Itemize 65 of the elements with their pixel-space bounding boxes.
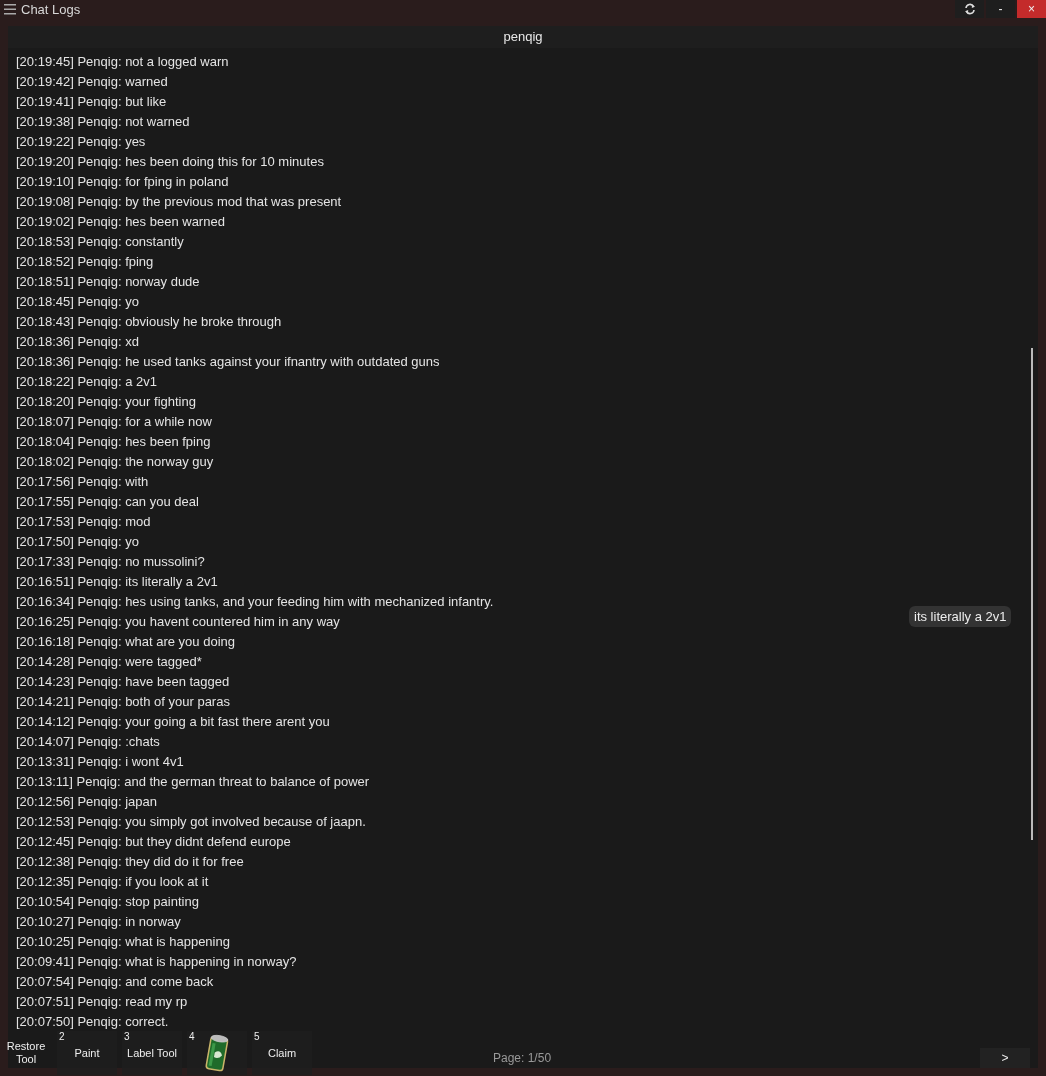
chat-message: [20:17:55] Penqig: can you deal — [16, 494, 199, 511]
scrollbar[interactable] — [1031, 348, 1033, 840]
chat-message: [20:18:36] Penqig: xd — [16, 334, 139, 351]
chat-message: [20:14:21] Penqig: both of your paras — [16, 694, 230, 711]
page-indicator: Page: 1/50 — [493, 1051, 552, 1065]
chat-message: [20:19:41] Penqig: but like — [16, 94, 167, 111]
hotbar-slot[interactable]: 2 Paint — [57, 1031, 117, 1075]
refresh-button[interactable] — [955, 0, 984, 18]
window-title: Chat Logs — [21, 1, 81, 17]
chat-message: [20:12:56] Penqig: japan — [16, 794, 157, 811]
chat-message: [20:19:38] Penqig: not warned — [16, 114, 190, 131]
chat-message: [20:12:53] Penqig: you simply got involved because of jaapn. — [16, 814, 366, 831]
chat-message: [20:14:23] Penqig: have been tagged — [16, 674, 230, 691]
chat-message: [20:19:42] Penqig: warned — [16, 74, 168, 91]
chat-message: [20:19:20] Penqig: hes been doing this for 10 minutes — [16, 154, 324, 171]
chat-message: [20:17:50] Penqig: yo — [16, 534, 139, 551]
chat-message: [20:10:54] Penqig: stop painting — [16, 894, 199, 911]
chat-message: [20:17:53] Penqig: mod — [16, 514, 151, 531]
tooltip: its literally a 2v1 — [909, 606, 1012, 627]
hotbar-slot[interactable]: 3 Label Tool — [122, 1031, 182, 1075]
minimize-button[interactable]: - — [986, 0, 1015, 18]
hotbar-slot[interactable]: 5 Claim — [252, 1031, 312, 1075]
chat-message: [20:18:45] Penqig: yo — [16, 294, 139, 311]
hotbar-slot[interactable]: Restore Tool — [0, 1031, 52, 1075]
chat-message: [20:14:28] Penqig: were tagged* — [16, 654, 202, 671]
chat-message: [20:10:27] Penqig: in norway — [16, 914, 181, 931]
chat-message: [20:16:25] Penqig: you havent countered him in any way — [16, 614, 340, 631]
chat-message: [20:18:07] Penqig: for a while now — [16, 414, 212, 431]
chat-message: [20:07:54] Penqig: and come back — [16, 974, 214, 991]
chat-message: [20:18:20] Penqig: your fighting — [16, 394, 196, 411]
chat-message: [20:19:22] Penqig: yes — [16, 134, 146, 151]
player-name-header: penqig — [8, 26, 1038, 48]
hotbar-slot[interactable]: 4 — [187, 1031, 247, 1075]
chat-message: [20:13:11] Penqig: and the german threat to balance of power — [16, 774, 370, 791]
chat-message: [20:16:51] Penqig: its literally a 2v1 — [16, 574, 218, 591]
refresh-icon — [963, 3, 976, 15]
chat-message: [20:18:51] Penqig: norway dude — [16, 274, 200, 291]
close-button[interactable]: × — [1017, 0, 1046, 18]
chat-message: [20:18:53] Penqig: constantly — [16, 234, 184, 251]
chat-message: [20:19:10] Penqig: for fping in poland — [16, 174, 229, 191]
chat-message: [20:18:52] Penqig: fping — [16, 254, 154, 271]
chat-message: [20:18:43] Penqig: obviously he broke through — [16, 314, 282, 331]
chat-message: [20:13:31] Penqig: i wont 4v1 — [16, 754, 184, 771]
chat-message: [20:16:18] Penqig: what are you doing — [16, 634, 235, 651]
chat-message: [20:18:36] Penqig: he used tanks against your ifnantry with outdated guns — [16, 354, 440, 371]
chat-message: [20:18:02] Penqig: the norway guy — [16, 454, 214, 471]
chat-message: [20:19:08] Penqig: by the previous mod that was present — [16, 194, 342, 211]
chat-message: [20:18:04] Penqig: hes been fping — [16, 434, 211, 451]
next-page-button[interactable]: > — [980, 1048, 1030, 1068]
chat-message: [20:12:35] Penqig: if you look at it — [16, 874, 209, 891]
chat-message: [20:14:12] Penqig: your going a bit fast there arent you — [16, 714, 330, 731]
chat-message: [20:09:41] Penqig: what is happening in norway? — [16, 954, 297, 971]
chat-message: [20:12:45] Penqig: but they didnt defend europe — [16, 834, 291, 851]
chat-message: [20:12:38] Penqig: they did do it for free — [16, 854, 244, 871]
chat-message: [20:07:51] Penqig: read my rp — [16, 994, 188, 1011]
chat-message: [20:19:45] Penqig: not a logged warn — [16, 54, 229, 71]
menu-icon[interactable] — [4, 3, 16, 15]
chat-message: [20:10:25] Penqig: what is happening — [16, 934, 230, 951]
chat-message: [20:17:33] Penqig: no mussolini? — [16, 554, 205, 571]
chat-message: [20:14:07] Penqig: :chats — [16, 734, 160, 751]
chat-message: [20:17:56] Penqig: with — [16, 474, 149, 491]
chat-message: [20:07:50] Penqig: correct. — [16, 1014, 169, 1031]
chat-message: [20:19:02] Penqig: hes been warned — [16, 214, 225, 231]
chat-message: [20:18:22] Penqig: a 2v1 — [16, 374, 157, 391]
chat-message: [20:16:34] Penqig: hes using tanks, and your feeding him with mechanized infantry. — [16, 594, 494, 611]
